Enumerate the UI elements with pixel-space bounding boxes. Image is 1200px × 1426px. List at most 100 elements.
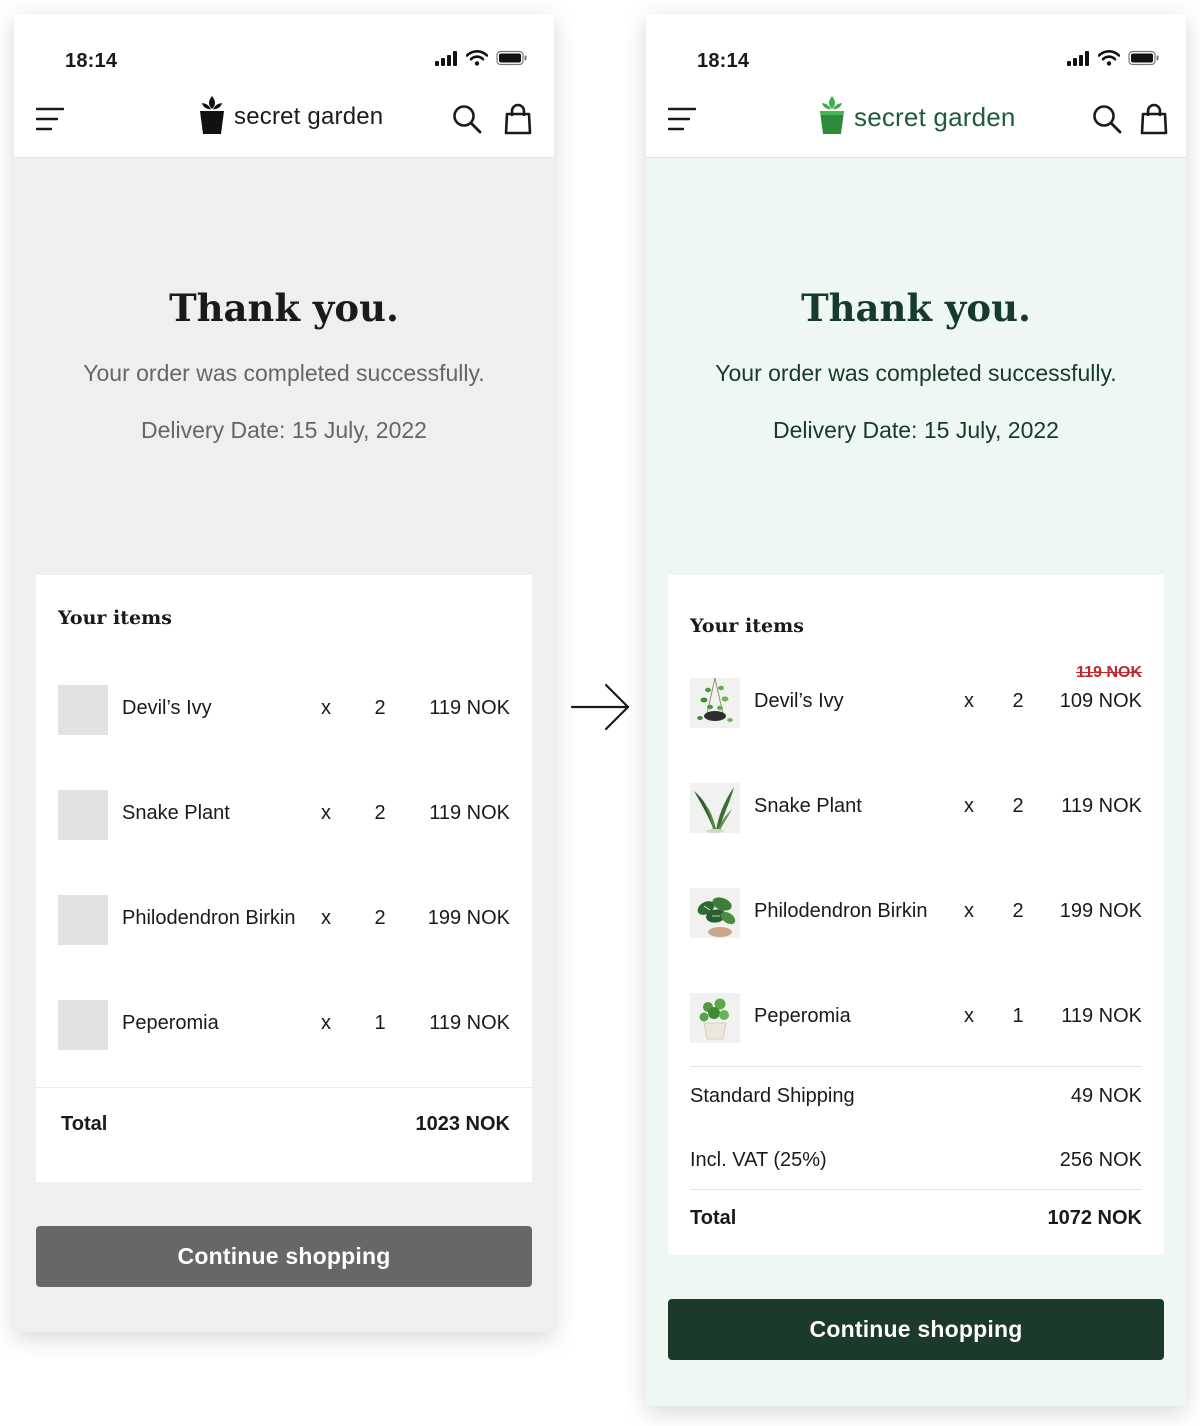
list-item: Devil’s Ivy x 2 119 NOK — [36, 685, 532, 735]
item-quantity: 2 — [374, 907, 386, 929]
item-multiplier: x — [964, 795, 974, 817]
vat-label: Incl. VAT (25%) — [690, 1149, 827, 1171]
status-time: 18:14 — [65, 50, 118, 72]
list-item: Snake Plant x 2 119 NOK — [36, 790, 532, 840]
battery-icon — [496, 50, 527, 66]
top-nav: secret garden — [646, 84, 1186, 158]
product-thumbnail — [690, 783, 740, 833]
vat-value: 256 NOK — [1059, 1149, 1142, 1171]
item-multiplier: x — [321, 802, 331, 824]
shopping-bag-icon[interactable] — [504, 103, 532, 135]
product-thumbnail-placeholder — [58, 1000, 108, 1050]
order-success-message: Your order was completed successfully. — [715, 360, 1117, 386]
item-quantity: 2 — [374, 697, 386, 719]
item-quantity: 1 — [1012, 1005, 1024, 1027]
item-name: Devil’s Ivy — [122, 697, 212, 719]
item-multiplier: x — [321, 907, 331, 929]
item-price: 119 NOK — [429, 802, 510, 824]
order-items-card: Your items 119 NOK Devil’s Ivy x 2 109 N… — [668, 575, 1164, 1255]
total-label: Total — [61, 1113, 108, 1135]
list-item: Peperomia x 1 119 NOK — [36, 1000, 532, 1050]
item-price: 119 NOK — [429, 697, 510, 719]
item-name: Snake Plant — [754, 795, 862, 817]
status-bar: 18:14 — [14, 14, 554, 84]
hamburger-menu-icon[interactable] — [36, 106, 64, 132]
status-icons — [1066, 50, 1160, 66]
snake-plant-icon — [694, 787, 734, 833]
plant-pot-logo-icon — [200, 96, 224, 134]
hamburger-menu-icon[interactable] — [668, 106, 696, 132]
total-value: 1023 NOK — [415, 1113, 511, 1135]
delivery-date: Delivery Date: 15 July, 2022 — [141, 417, 427, 443]
cellular-signal-icon — [435, 51, 457, 66]
item-price: 199 NOK — [427, 907, 510, 929]
wifi-icon — [466, 50, 488, 66]
product-thumbnail — [690, 678, 740, 728]
item-price: 109 NOK — [1059, 690, 1142, 712]
divider — [690, 1189, 1142, 1190]
list-item: Snake Plant x 2 119 NOK — [668, 783, 1164, 833]
item-multiplier: x — [321, 1012, 331, 1034]
item-quantity: 2 — [374, 802, 386, 824]
continue-shopping-button[interactable]: Continue shopping — [668, 1299, 1164, 1360]
brand-logo[interactable]: secret garden — [818, 94, 1016, 136]
status-icons — [434, 50, 528, 66]
item-name: Snake Plant — [122, 802, 230, 824]
top-nav: secret garden — [14, 84, 554, 158]
item-multiplier: x — [964, 690, 974, 712]
brand-name: secret garden — [854, 102, 1016, 132]
wifi-icon — [1098, 50, 1120, 66]
product-thumbnail — [690, 993, 740, 1043]
order-success-message: Your order was completed successfully. — [83, 360, 485, 386]
hanging-plant-icon — [697, 678, 733, 722]
brand-name: secret garden — [234, 103, 384, 130]
thank-you-heading: Thank you. — [801, 286, 1031, 330]
status-bar: 18:14 — [646, 14, 1186, 84]
list-item: Philodendron Birkin x 2 199 NOK — [36, 895, 532, 945]
items-heading: Your items — [58, 607, 172, 629]
delivery-date: Delivery Date: 15 July, 2022 — [773, 417, 1059, 443]
item-price: 199 NOK — [1059, 900, 1142, 922]
search-icon[interactable] — [452, 104, 482, 134]
item-multiplier: x — [321, 697, 331, 719]
item-name: Peperomia — [122, 1012, 219, 1034]
item-quantity: 1 — [374, 1012, 386, 1034]
order-items-card: Your items Devil’s Ivy x 2 119 NOK Snake… — [36, 575, 532, 1182]
item-price: 119 NOK — [1061, 795, 1142, 817]
list-item: Philodendron Birkin x 2 199 NOK — [668, 888, 1164, 938]
potted-plant-icon — [699, 998, 729, 1040]
divider — [690, 1066, 1142, 1067]
cellular-signal-icon — [1067, 51, 1089, 66]
product-thumbnail — [690, 888, 740, 938]
search-icon[interactable] — [1092, 104, 1122, 134]
shopping-bag-icon[interactable] — [1140, 103, 1168, 135]
item-name: Philodendron Birkin — [122, 907, 296, 929]
shipping-value: 49 NOK — [1070, 1085, 1142, 1107]
list-item: Peperomia x 1 119 NOK — [668, 993, 1164, 1043]
item-multiplier: x — [964, 900, 974, 922]
product-thumbnail-placeholder — [58, 895, 108, 945]
product-thumbnail-placeholder — [58, 685, 108, 735]
brand-logo[interactable]: secret garden — [198, 94, 383, 136]
item-quantity: 2 — [1012, 690, 1024, 712]
item-name: Devil’s Ivy — [754, 690, 844, 712]
status-time: 18:14 — [697, 50, 750, 72]
item-price: 119 NOK — [429, 1012, 510, 1034]
thank-you-heading: Thank you. — [169, 286, 399, 330]
arrow-right-icon — [570, 683, 630, 731]
item-price: 119 NOK — [1061, 1005, 1142, 1027]
total-label: Total — [690, 1207, 737, 1229]
philodendron-icon — [697, 897, 736, 937]
shipping-label: Standard Shipping — [690, 1085, 855, 1107]
before-screen: 18:14 secret garden Thank you. Your orde… — [14, 14, 554, 1332]
item-multiplier: x — [964, 1005, 974, 1027]
product-thumbnail-placeholder — [58, 790, 108, 840]
after-screen: 18:14 secret garden Thank you. Your orde… — [646, 14, 1186, 1406]
item-name: Peperomia — [754, 1005, 851, 1027]
item-quantity: 2 — [1012, 795, 1024, 817]
items-heading: Your items — [690, 615, 804, 637]
item-quantity: 2 — [1012, 900, 1024, 922]
list-item: 119 NOK Devil’s Ivy x 2 109 NOK — [668, 664, 1164, 728]
continue-shopping-button[interactable]: Continue shopping — [36, 1226, 532, 1287]
total-value: 1072 NOK — [1047, 1207, 1143, 1229]
